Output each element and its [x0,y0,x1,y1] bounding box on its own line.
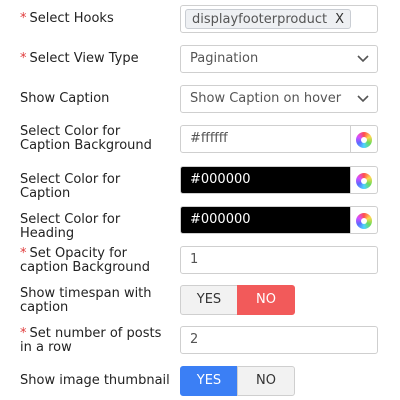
show-caption-select[interactable]: Show Caption on hover [180,85,378,113]
remove-tag-button[interactable]: X [335,12,344,27]
timespan-label: Show timespan with caption [20,286,152,315]
required-mark: * [20,246,27,261]
select-hooks-label: * Select Hooks [20,11,114,26]
opacity-input[interactable]: 1 [180,246,378,274]
thumbnail-label: Show image thumbnail [20,373,170,388]
caption-color-label: Select Color for Caption [20,172,121,201]
color-picker-button[interactable] [351,166,378,194]
caption-color-input[interactable]: #000000 [180,166,351,194]
show-caption-label: Show Caption [20,91,110,106]
color-wheel-icon [356,132,372,148]
chevron-down-icon [357,95,369,103]
posts-per-row-input[interactable]: 2 [180,326,378,354]
color-wheel-icon [356,213,372,229]
required-mark: * [20,11,27,26]
required-mark: * [20,51,27,66]
timespan-no-button[interactable]: NO [237,285,295,315]
timespan-yes-button[interactable]: YES [180,285,238,315]
caption-bg-color-field: #ffffff [180,125,378,153]
heading-color-input[interactable]: #000000 [180,206,351,234]
thumbnail-yes-button[interactable]: YES [180,366,238,396]
caption-bg-color-input[interactable]: #ffffff [180,125,351,153]
chevron-down-icon [357,55,369,63]
color-picker-button[interactable] [351,206,378,234]
view-type-select[interactable]: Pagination [180,45,378,73]
color-wheel-icon [356,173,372,189]
caption-bg-color-label: Select Color for Caption Background [20,124,152,153]
caption-color-field: #000000 [180,166,378,194]
posts-per-row-label: * Set number of posts in a row [20,326,162,355]
view-type-label: * Select View Type [20,51,139,66]
timespan-toggle: YES NO [180,285,296,315]
hooks-multiselect[interactable]: displayfooterproduct X [180,5,378,33]
heading-color-label: Select Color for Heading [20,212,121,241]
thumbnail-no-button[interactable]: NO [237,366,295,396]
color-picker-button[interactable] [351,125,378,153]
thumbnail-toggle: YES NO [180,366,296,396]
hook-tag: displayfooterproduct X [185,9,351,29]
heading-color-field: #000000 [180,206,378,234]
opacity-label: * Set Opacity for caption Background [20,246,150,275]
required-mark: * [20,326,27,341]
